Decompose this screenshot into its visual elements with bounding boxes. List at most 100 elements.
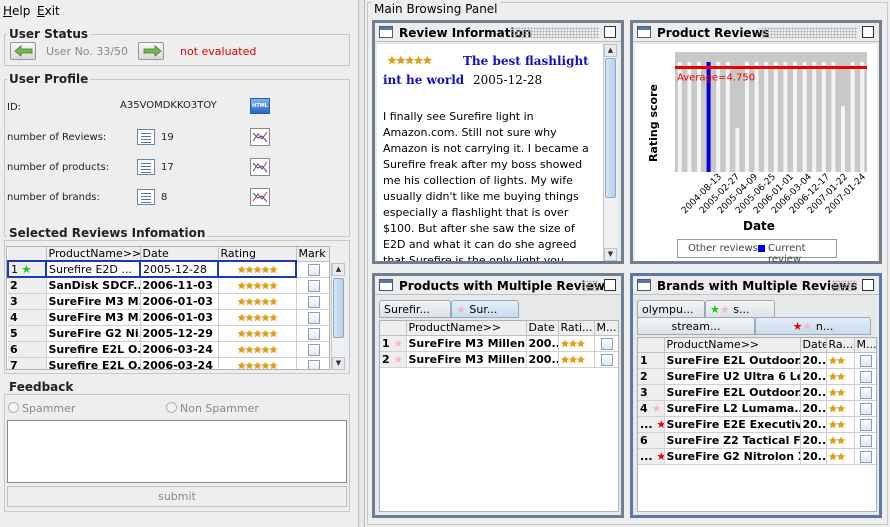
scroll-thumb[interactable] xyxy=(605,58,616,198)
tab-brand-stream[interactable]: stream... xyxy=(637,317,755,335)
date-cell[interactable]: 20... xyxy=(800,416,827,433)
product-name-cell[interactable]: SureFire M3 M... xyxy=(46,309,141,326)
product-name-cell[interactable]: SureFire M3 M... xyxy=(46,293,141,310)
prev-user-button[interactable] xyxy=(10,42,36,60)
mark-checkbox[interactable] xyxy=(860,402,872,415)
list-icon[interactable] xyxy=(137,129,155,145)
table-row[interactable]: 2 SureFire U2 Ultra 6 Le... 20... ★★ xyxy=(638,368,876,385)
table-row[interactable]: 5 SureFire G2 Ni... 2005-12-29 ★★★★★ xyxy=(8,325,329,342)
product-name-cell[interactable]: SureFire M3 Milleni... xyxy=(406,351,527,368)
chart-icon[interactable] xyxy=(250,128,270,146)
mark-checkbox[interactable] xyxy=(860,386,872,399)
col-date[interactable]: Date xyxy=(800,338,827,353)
list-icon[interactable] xyxy=(137,159,155,175)
date-cell[interactable]: 2005-12-28 xyxy=(139,260,219,278)
product-name-cell[interactable]: SureFire M3 Milleni... xyxy=(406,335,527,352)
scroll-up-arrow-icon[interactable]: ▲ xyxy=(332,263,345,276)
submit-button[interactable]: submit xyxy=(7,486,347,507)
product-name-cell[interactable]: SureFire E2E Executiv... xyxy=(664,416,801,433)
product-name-cell[interactable]: SureFire G2 Nitrolon X... xyxy=(664,448,801,465)
date-cell[interactable]: 2006-11-03 xyxy=(140,277,219,294)
tab-product-1[interactable]: Surefir... xyxy=(379,300,451,318)
table-row[interactable]: ... ★ SureFire G2 Nitrolon X... 20... ★★ xyxy=(638,448,876,465)
col-date[interactable]: Date xyxy=(526,321,559,336)
product-name-cell[interactable]: Surefire E2L O... xyxy=(46,341,141,358)
mark-checkbox[interactable] xyxy=(308,359,320,369)
col-mark[interactable]: M... xyxy=(594,321,618,336)
maximize-icon[interactable] xyxy=(604,26,616,38)
date-cell[interactable]: 200... xyxy=(526,351,559,368)
date-cell[interactable]: 20... xyxy=(800,448,827,465)
mark-checkbox[interactable] xyxy=(860,370,872,383)
scroll-down-arrow-icon[interactable]: ▼ xyxy=(332,357,345,370)
mark-checkbox[interactable] xyxy=(601,353,613,366)
date-cell[interactable]: 2006-01-03 xyxy=(140,309,219,326)
menu-exit[interactable]: Exit xyxy=(37,4,60,18)
feedback-textarea[interactable] xyxy=(7,420,347,483)
date-cell[interactable]: 20... xyxy=(800,432,827,449)
col-mark[interactable]: M... xyxy=(854,338,876,353)
mark-checkbox[interactable] xyxy=(308,295,320,308)
date-cell[interactable]: 2006-03-24 xyxy=(140,357,219,369)
spammer-radio[interactable] xyxy=(8,402,19,413)
maximize-icon[interactable] xyxy=(862,26,874,38)
tab-product-2[interactable]: ★ Sur... xyxy=(451,300,519,318)
maximize-icon[interactable] xyxy=(604,279,616,291)
product-name-cell[interactable]: SureFire U2 Ultra 6 Le... xyxy=(664,368,801,385)
mark-checkbox[interactable] xyxy=(308,263,321,276)
non-spammer-radio[interactable] xyxy=(166,402,177,413)
tab-brand-n[interactable]: ★★ n... xyxy=(755,317,871,335)
product-name-cell[interactable]: SureFire E2L Outdoor... xyxy=(664,352,801,369)
scroll-up-arrow-icon[interactable]: ▲ xyxy=(604,44,617,57)
product-name-cell[interactable]: SureFire L2 Lumama... xyxy=(664,400,801,417)
date-cell[interactable]: 200... xyxy=(526,335,559,352)
table-row[interactable]: ... ★ SureFire E2E Executiv... 20... ★★ xyxy=(638,416,876,433)
product-name-cell[interactable]: Surefire E2D ... xyxy=(45,260,141,278)
col-product-name[interactable]: ProductName>> xyxy=(46,247,141,262)
col-rating[interactable]: Ra... xyxy=(826,338,855,353)
table-row[interactable]: 4 SureFire M3 M... 2006-01-03 ★★★★★ xyxy=(8,309,329,326)
table-row[interactable]: 3 SureFire M3 M... 2006-01-03 ★★★★★ xyxy=(8,293,329,310)
col-date[interactable]: Date xyxy=(140,247,219,262)
table-row[interactable]: 6 SureFire Z2 Tactical F... 20... ★★ xyxy=(638,432,876,449)
mark-checkbox[interactable] xyxy=(308,327,320,340)
frame-titlebar[interactable]: Review Information xyxy=(375,23,621,42)
scroll-down-arrow-icon[interactable]: ▼ xyxy=(604,248,617,261)
product-name-cell[interactable]: SanDisk SDCF... xyxy=(46,277,141,294)
mark-checkbox[interactable] xyxy=(860,434,872,447)
tab-brand-s[interactable]: ★★ s... xyxy=(705,300,775,318)
date-cell[interactable]: 2006-03-24 xyxy=(140,341,219,358)
product-name-cell[interactable]: SureFire E2L Outdoor... xyxy=(664,384,801,401)
date-cell[interactable]: 20... xyxy=(800,384,827,401)
date-cell[interactable]: 2005-12-29 xyxy=(140,325,219,342)
table-row[interactable]: 6 Surefire E2L O... 2006-03-24 ★★★★★ xyxy=(8,341,329,358)
col-rating[interactable]: Rating xyxy=(218,247,297,262)
scroll-thumb[interactable] xyxy=(333,278,344,338)
mark-checkbox[interactable] xyxy=(860,418,872,431)
mark-checkbox[interactable] xyxy=(308,311,320,324)
mark-checkbox[interactable] xyxy=(860,354,872,367)
table-row[interactable]: 2 SanDisk SDCF... 2006-11-03 ★★★★★ xyxy=(8,277,329,294)
chart-icon[interactable] xyxy=(250,188,270,206)
mark-checkbox[interactable] xyxy=(860,450,872,463)
mark-checkbox[interactable] xyxy=(308,343,320,356)
list-icon[interactable] xyxy=(137,189,155,205)
table-row[interactable]: 1 ★ Surefire E2D ... 2005-12-28 ★★★★★ xyxy=(7,260,329,278)
chart-icon[interactable] xyxy=(250,158,270,176)
date-cell[interactable]: 2006-01-03 xyxy=(140,293,219,310)
product-name-cell[interactable]: Surefire E2L O... xyxy=(46,357,141,369)
date-cell[interactable]: 20... xyxy=(800,352,827,369)
next-user-button[interactable] xyxy=(138,42,164,60)
date-cell[interactable]: 20... xyxy=(800,368,827,385)
frame-titlebar[interactable]: Product Reviews xyxy=(633,23,879,42)
tab-brand-olympus[interactable]: olympu... xyxy=(637,300,705,318)
menu-help[interactable]: Help xyxy=(3,4,30,18)
table-row[interactable]: 3 SureFire E2L Outdoor... 20... ★★ xyxy=(638,384,876,401)
split-pane-divider[interactable] xyxy=(358,0,365,527)
col-product-name[interactable]: ProductName>> xyxy=(406,321,527,336)
review-scrollbar[interactable]: ▲ ▼ xyxy=(603,44,617,261)
table-row[interactable]: 2 ★ SureFire M3 Milleni... 200... ★★★ xyxy=(380,351,618,368)
col-product-name[interactable]: ProductName>> xyxy=(664,338,801,353)
selected-reviews-scrollbar[interactable]: ▲ ▼ xyxy=(331,263,345,370)
frame-titlebar[interactable]: Products with Multiple Reviews xyxy=(375,276,621,295)
